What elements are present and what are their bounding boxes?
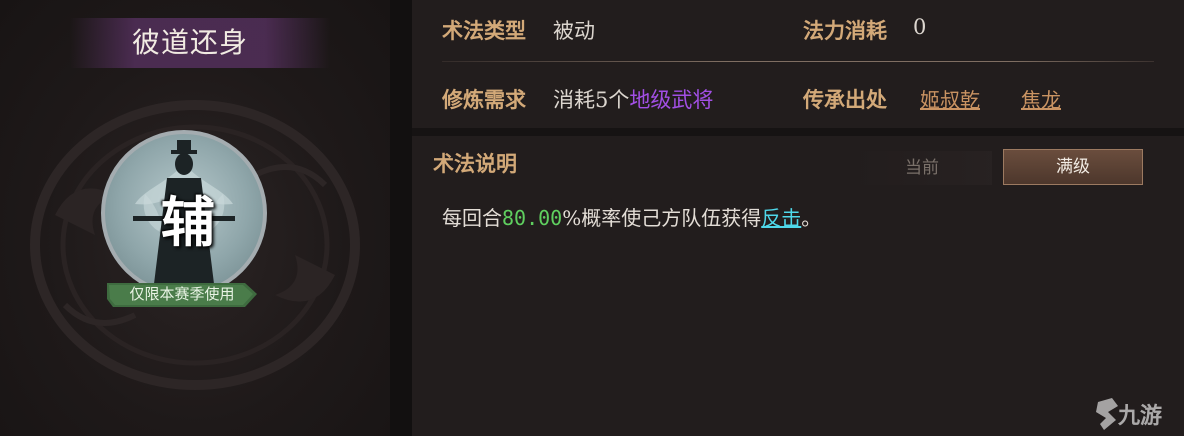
- section-separator: [412, 128, 1184, 136]
- source-link-1[interactable]: 姬叔乾: [920, 84, 980, 113]
- tab-current-level[interactable]: 当前: [852, 151, 992, 185]
- training-requirement-value: 消耗5个地级武将: [553, 84, 713, 114]
- skill-name: 彼道还身: [131, 26, 248, 59]
- skill-type-value: 被动: [553, 19, 595, 43]
- probability-value: 80.00: [502, 206, 563, 230]
- skill-portrait-icon: 辅: [101, 130, 267, 296]
- panel-divider: [390, 0, 412, 436]
- inheritance-source-label: 传承出处: [803, 87, 887, 112]
- tab-max-level[interactable]: 满级: [1003, 149, 1143, 185]
- role-character: 辅: [161, 190, 215, 254]
- description-text: 每回合80.00%概率使己方队伍获得反击。: [442, 202, 821, 231]
- description-heading: 术法说明: [433, 151, 517, 176]
- mana-cost-value: 0: [913, 15, 927, 39]
- counterattack-link[interactable]: 反击: [761, 206, 801, 230]
- description-prefix: 每回合: [442, 206, 502, 230]
- requirement-highlight: 地级武将: [629, 88, 714, 112]
- training-requirement-label: 修炼需求: [442, 87, 526, 112]
- skill-info-panel: [412, 0, 1184, 128]
- skill-type-label: 术法类型: [442, 18, 526, 43]
- skill-card-panel: 彼道还身 辅 仅限本赛季使用: [0, 0, 390, 436]
- requirement-prefix: 消耗5个: [553, 88, 630, 112]
- description-suffix: 。: [801, 206, 822, 230]
- source-link-2[interactable]: 焦龙: [1021, 84, 1061, 113]
- watermark-text: 九游: [1118, 404, 1163, 429]
- info-divider: [442, 61, 1154, 62]
- mana-cost-label: 法力消耗: [803, 18, 887, 43]
- season-only-label: 仅限本赛季使用: [129, 285, 235, 303]
- description-middle: %概率使己方队伍获得: [562, 206, 762, 230]
- season-only-badge: 仅限本赛季使用: [107, 279, 257, 309]
